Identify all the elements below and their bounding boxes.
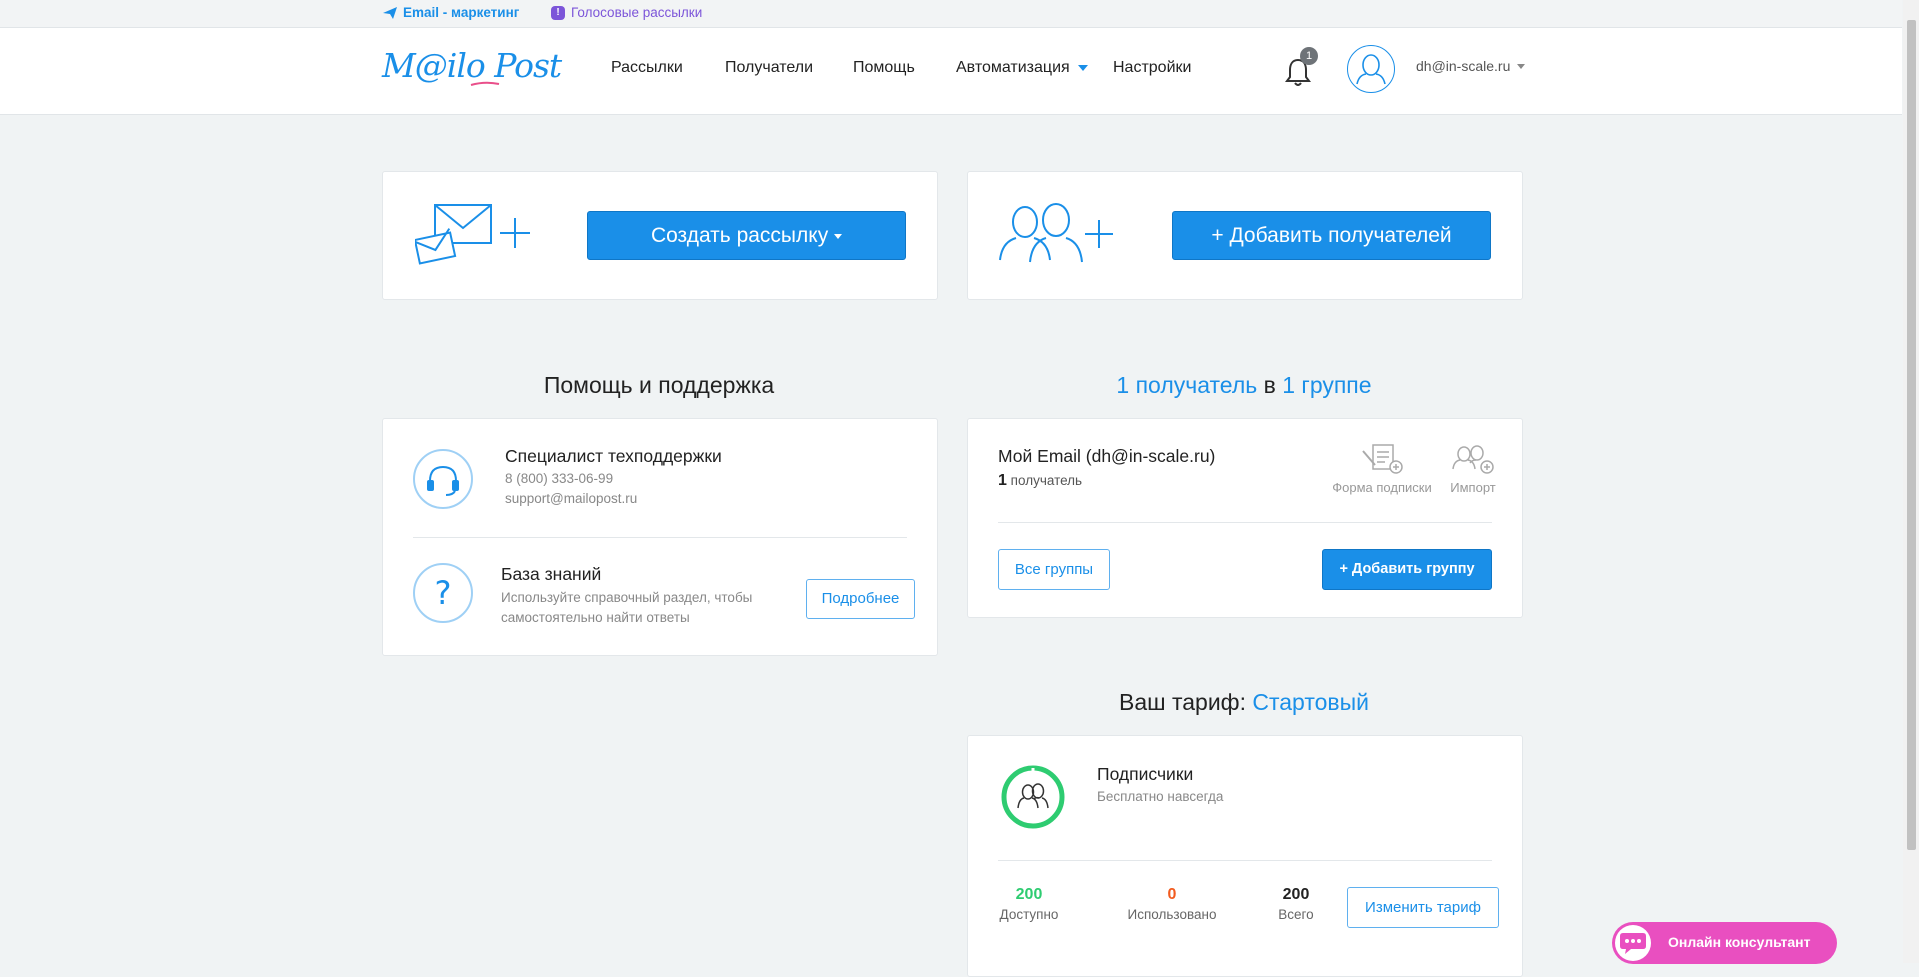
avatar[interactable]	[1347, 45, 1395, 93]
divider	[998, 522, 1492, 523]
total-label: Всего	[1278, 907, 1314, 922]
recipients-title-in: в	[1263, 372, 1276, 398]
help-section-title: Помощь и поддержка	[543, 372, 775, 398]
kb-desc-line2: самостоятельно найти ответы	[501, 610, 690, 625]
available-value: 200	[1015, 886, 1043, 903]
more-button[interactable]: Подробнее	[806, 579, 915, 619]
top-strip: Email - маркетинг ! Голосовые рассылки	[0, 0, 1902, 28]
groups-count-link[interactable]: 1 группе	[1282, 372, 1371, 398]
scrollbar-thumb[interactable]	[1907, 20, 1916, 850]
caret-down-icon	[1077, 65, 1088, 71]
divider	[998, 860, 1492, 861]
create-mailing-label: Создать рассылку	[650, 224, 829, 247]
question-icon-wrap: ?	[413, 563, 473, 623]
available-label: Доступно	[999, 907, 1059, 922]
tariff-plan-link[interactable]: Стартовый	[1252, 689, 1369, 715]
add-group-button[interactable]: + Добавить группу	[1322, 549, 1492, 590]
subscribe-form-button[interactable]: Форма подписки	[1326, 443, 1438, 495]
nav-help-label: Помощь	[853, 59, 915, 76]
support-email[interactable]: support@mailopost.ru	[505, 491, 637, 506]
change-tariff-button[interactable]: Изменить тариф	[1347, 887, 1499, 928]
paper-plane-icon	[383, 6, 397, 19]
more-button-label: Подробнее	[821, 590, 900, 607]
subscribe-form-label: Форма подписки	[1332, 480, 1432, 495]
email-marketing-label: Email - маркетинг	[403, 5, 520, 20]
nav-recipients[interactable]: Получатели	[725, 59, 813, 77]
header: M@ilo Post Рассылки Получатели Помощь Ав…	[0, 28, 1902, 115]
online-consultant-button[interactable]: Онлайн консультант	[1612, 922, 1837, 964]
voice-mailings-label: Голосовые рассылки	[571, 5, 703, 20]
headset-icon-wrap	[413, 449, 473, 509]
support-phone[interactable]: 8 (800) 333-06-99	[505, 471, 613, 486]
user-menu[interactable]: dh@in-scale.ru	[1416, 58, 1526, 74]
divider	[413, 537, 907, 538]
group-name[interactable]: Мой Email (dh@in-scale.ru)	[998, 446, 1215, 467]
envelope-plus-icon	[415, 204, 530, 265]
import-users-icon	[1452, 445, 1494, 474]
nav-help[interactable]: Помощь	[853, 59, 915, 77]
nav-settings-label: Настройки	[1113, 59, 1192, 76]
recipients-card: Мой Email (dh@in-scale.ru) 1 получатель …	[967, 418, 1523, 618]
nav-automation-label: Автоматизация	[956, 59, 1070, 76]
caret-down-icon	[834, 233, 843, 239]
recipients-count-link[interactable]: 1 получатель	[1116, 372, 1257, 398]
svg-text:?: ?	[435, 574, 452, 612]
user-icon	[1356, 54, 1386, 85]
question-icon: ?	[435, 574, 452, 612]
tariff-card: Подписчики Бесплатно навсегда 200 Доступ…	[967, 735, 1523, 977]
notification-badge: 1	[1300, 47, 1318, 65]
chat-icon-wrap	[1615, 925, 1651, 961]
voice-icon: !	[551, 5, 565, 20]
change-tariff-label: Изменить тариф	[1365, 899, 1481, 916]
chat-bubble-icon	[1620, 933, 1646, 954]
nav-mailings[interactable]: Рассылки	[611, 59, 683, 77]
group-count: 1	[998, 472, 1007, 489]
kb-desc-line1: Используйте справочный раздел, чтобы	[501, 590, 753, 605]
nav-automation[interactable]: Автоматизация	[956, 59, 1088, 77]
all-groups-button[interactable]: Все группы	[998, 549, 1110, 590]
user-email: dh@in-scale.ru	[1416, 58, 1511, 74]
logo-underline-icon	[470, 81, 500, 86]
tariff-title-prefix: Ваш тариф:	[1118, 689, 1246, 715]
add-recipients-card: + Добавить получателей	[967, 171, 1523, 300]
add-recipients-label: + Добавить получателей	[1211, 224, 1452, 247]
nav-settings[interactable]: Настройки	[1113, 59, 1191, 77]
stat-available: 200 Доступно	[992, 886, 1066, 922]
online-consultant-label: Онлайн консультант	[1668, 934, 1811, 950]
nav-mailings-label: Рассылки	[611, 59, 683, 76]
subscribers-subtitle: Бесплатно навсегда	[1097, 789, 1224, 804]
nav-recipients-label: Получатели	[725, 59, 814, 76]
recipients-section-title: 1 получатель в 1 группе	[967, 372, 1521, 399]
email-marketing-link[interactable]: Email - маркетинг	[383, 5, 519, 20]
scrollbar[interactable]	[1903, 0, 1919, 963]
subscribers-gauge	[1001, 765, 1065, 829]
logo[interactable]: M@ilo Post	[382, 46, 562, 85]
voice-mailings-link[interactable]: ! Голосовые рассылки	[551, 5, 702, 20]
used-label: Использовано	[1127, 907, 1217, 922]
group-count-row: 1 получатель	[998, 472, 1082, 490]
create-mailing-card: Создать рассылку	[382, 171, 938, 300]
tariff-section-title: Ваш тариф: Стартовый	[967, 689, 1521, 716]
kb-title: База знаний	[501, 564, 602, 584]
add-group-label: + Добавить группу	[1339, 561, 1475, 577]
used-value: 0	[1167, 886, 1177, 903]
total-value: 200	[1282, 886, 1310, 903]
import-button[interactable]: Импорт	[1438, 443, 1508, 495]
help-card: Специалист техподдержки 8 (800) 333-06-9…	[382, 418, 938, 656]
subscribers-title: Подписчики	[1097, 764, 1194, 784]
stat-used: 0 Использовано	[1116, 886, 1228, 922]
form-icon	[1362, 444, 1403, 474]
import-label: Импорт	[1450, 480, 1496, 495]
group-count-label: получатель	[1010, 473, 1083, 488]
specialist-title: Специалист техподдержки	[505, 446, 722, 466]
headset-icon	[427, 465, 459, 496]
all-groups-label: Все группы	[1014, 561, 1094, 578]
create-mailing-button[interactable]: Создать рассылку	[587, 211, 906, 260]
stat-total: 200 Всего	[1271, 886, 1321, 922]
chevron-down-icon	[1517, 63, 1526, 69]
add-recipients-button[interactable]: + Добавить получателей	[1172, 211, 1491, 260]
users-plus-icon	[999, 203, 1113, 263]
